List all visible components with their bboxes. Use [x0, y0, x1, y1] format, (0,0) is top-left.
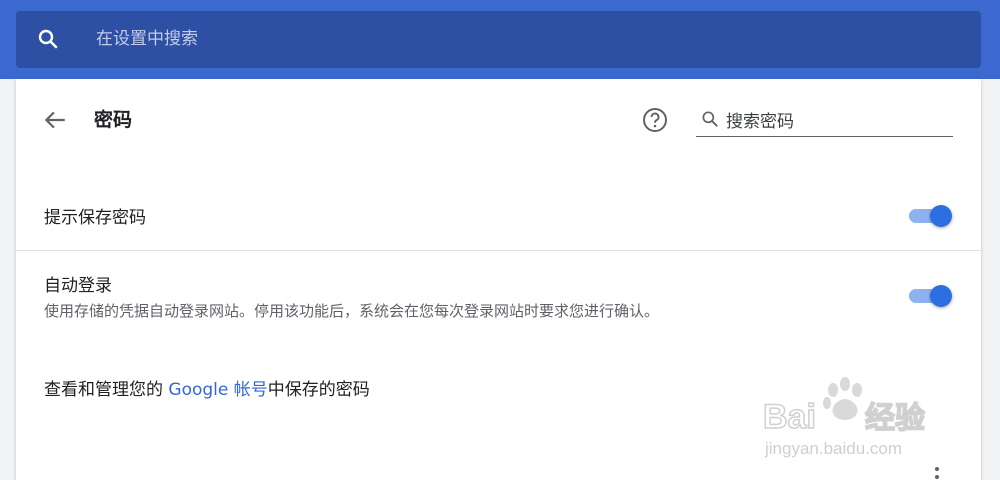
manage-prefix: 查看和管理您的 — [44, 380, 169, 400]
password-search-input[interactable]: 搜索密码 — [726, 107, 794, 132]
manage-passwords-text: 查看和管理您的 Google 帐号中保存的密码 — [44, 375, 370, 400]
offer-save-toggle[interactable] — [907, 204, 953, 228]
toggle-knob — [930, 205, 952, 227]
passwords-card: 密码 搜索密码 提示保存密码 自动登录 使用存储的凭据自动登录网站。停用该功能后… — [16, 79, 981, 480]
more-vert-icon[interactable] — [929, 463, 945, 480]
offer-save-label: 提示保存密码 — [44, 208, 146, 228]
search-icon — [702, 111, 718, 127]
auto-signin-label: 自动登录 — [44, 276, 112, 296]
help-circle-icon[interactable] — [641, 106, 669, 134]
settings-search-box[interactable]: 在设置中搜索 — [16, 11, 981, 68]
auto-signin-toggle[interactable] — [907, 284, 953, 308]
toggle-knob — [930, 285, 952, 307]
manage-suffix: 中保存的密码 — [267, 380, 370, 400]
password-search-field[interactable]: 搜索密码 — [696, 103, 953, 137]
page-title: 密码 — [94, 109, 133, 131]
top-bar: 在设置中搜索 — [0, 0, 1000, 79]
settings-search-input[interactable]: 在设置中搜索 — [96, 11, 198, 68]
google-account-link[interactable]: Google 帐号 — [168, 380, 267, 400]
auto-signin-description: 使用存储的凭据自动登录网站。停用该功能后，系统会在您每次登录网站时要求您进行确认… — [44, 302, 660, 320]
search-icon — [38, 29, 58, 49]
divider — [16, 250, 981, 251]
arrow-back-icon[interactable] — [42, 107, 68, 133]
